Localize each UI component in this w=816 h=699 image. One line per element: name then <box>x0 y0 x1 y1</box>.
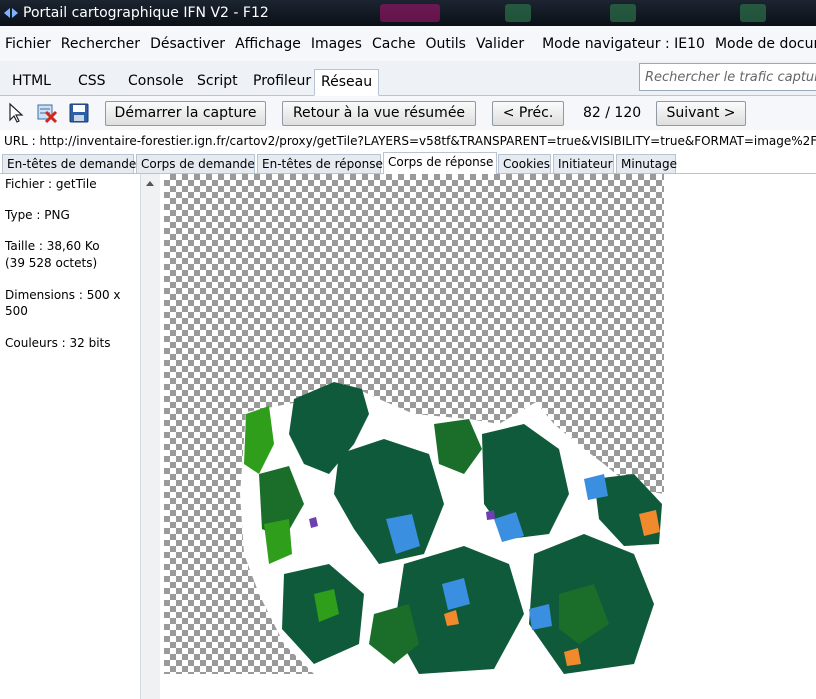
tab-html[interactable]: HTML <box>6 69 57 96</box>
menu-fichier[interactable]: Fichier <box>0 36 56 52</box>
browser-mode-menu[interactable]: Mode navigateur : IE10 <box>537 36 710 52</box>
request-counter: 82 / 120 <box>583 105 642 121</box>
subtab-timing[interactable]: Minutage <box>616 154 677 174</box>
menu-affichage[interactable]: Affichage <box>230 36 306 52</box>
next-button[interactable]: Suivant > <box>656 101 746 126</box>
detail-tab-strip: En-têtes de demande Corps de demande En-… <box>0 152 816 175</box>
subtab-response-body[interactable]: Corps de réponse <box>383 152 497 175</box>
f12-tools-icon <box>4 6 18 20</box>
info-dimensions: Dimensions : 500 x <box>5 288 121 302</box>
start-capture-button[interactable]: Démarrer la capture <box>105 101 266 126</box>
background-window-icon <box>740 4 766 22</box>
clear-cache-icon[interactable] <box>36 102 58 124</box>
request-url: URL : http://inventaire-forestier.ign.fr… <box>0 130 816 152</box>
window-title: Portail cartographique IFN V2 - F12 <box>23 5 269 21</box>
save-icon[interactable] <box>68 102 90 124</box>
tab-css[interactable]: CSS <box>72 69 112 96</box>
subtab-initiator[interactable]: Initiateur <box>553 154 614 174</box>
tool-tab-strip: HTML CSS Console Script Profileur Réseau… <box>0 61 816 96</box>
subtab-request-body[interactable]: Corps de demande <box>136 154 255 174</box>
menu-bar: Fichier Rechercher Désactiver Affichage … <box>0 26 816 61</box>
info-size-bytes: (39 528 octets) <box>5 256 98 270</box>
search-traffic-input[interactable]: Rechercher le trafic capture <box>639 63 816 91</box>
scroll-up-arrow-icon[interactable] <box>146 181 154 186</box>
response-info-pane: Fichier : getTile Type : PNG Taille : 38… <box>0 174 160 699</box>
info-type: Type : PNG <box>5 208 70 222</box>
back-to-summary-button[interactable]: Retour à la vue résumée <box>282 101 476 126</box>
info-scrollbar[interactable] <box>140 174 160 699</box>
background-window-icon <box>610 4 636 22</box>
menu-desactiver[interactable]: Désactiver <box>145 36 230 52</box>
previous-button[interactable]: < Préc. <box>492 101 564 126</box>
subtab-cookies[interactable]: Cookies <box>498 154 551 174</box>
png-preview <box>164 174 664 674</box>
info-dimensions-cont: 500 <box>5 304 28 318</box>
tab-profileur[interactable]: Profileur <box>247 69 317 96</box>
info-size: Taille : 38,60 Ko <box>5 239 100 253</box>
browser-mode-label: Mode navigateur : <box>542 35 670 52</box>
menu-valider[interactable]: Valider <box>471 36 529 52</box>
menu-cache[interactable]: Cache <box>367 36 421 52</box>
forest-map-tile <box>240 382 664 674</box>
title-bar: Portail cartographique IFN V2 - F12 <box>0 0 816 26</box>
tab-console[interactable]: Console <box>122 69 190 96</box>
network-toolbar: Démarrer la capture Retour à la vue résu… <box>0 96 816 130</box>
browser-mode-value: IE10 <box>674 35 705 52</box>
subtab-request-headers[interactable]: En-têtes de demande <box>2 154 136 174</box>
menu-outils[interactable]: Outils <box>421 36 471 52</box>
document-mode-menu[interactable]: Mode de document <box>710 36 816 52</box>
tab-script[interactable]: Script <box>191 69 244 96</box>
background-window-icon <box>380 4 440 22</box>
select-element-icon[interactable] <box>6 102 28 124</box>
info-file: Fichier : getTile <box>5 177 97 191</box>
background-window-icon <box>505 4 531 22</box>
menu-rechercher[interactable]: Rechercher <box>56 36 145 52</box>
info-colors: Couleurs : 32 bits <box>5 336 111 350</box>
tab-reseau[interactable]: Réseau <box>314 69 380 96</box>
menu-images[interactable]: Images <box>306 36 367 52</box>
ie-developer-tools-window: Portail cartographique IFN V2 - F12 Fich… <box>0 0 816 699</box>
subtab-response-headers[interactable]: En-têtes de réponse <box>257 154 383 174</box>
